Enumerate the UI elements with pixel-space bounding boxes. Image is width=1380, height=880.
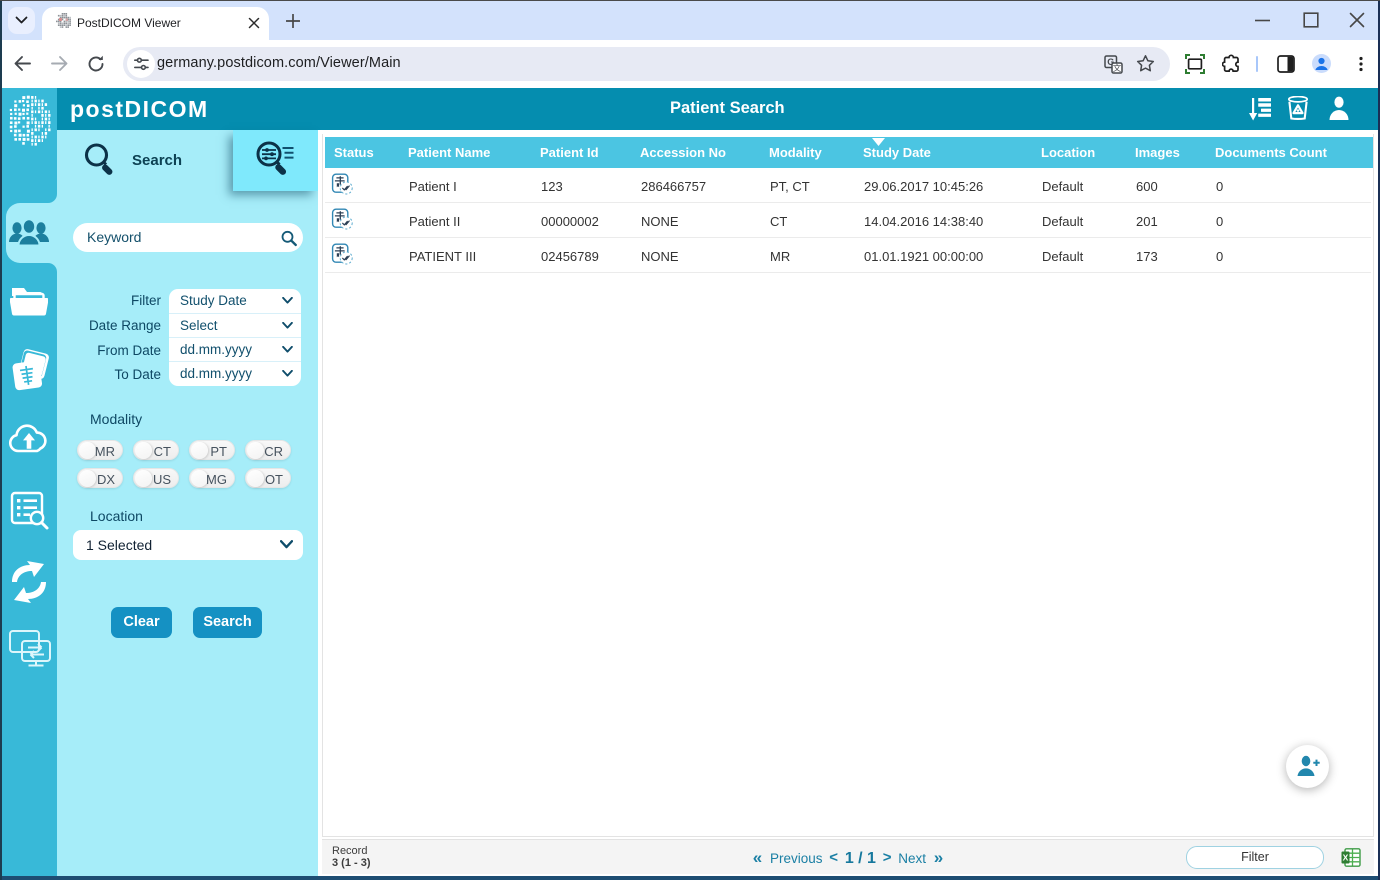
svg-text:文: 文 [1113, 63, 1122, 73]
svg-text:X: X [1343, 852, 1349, 862]
